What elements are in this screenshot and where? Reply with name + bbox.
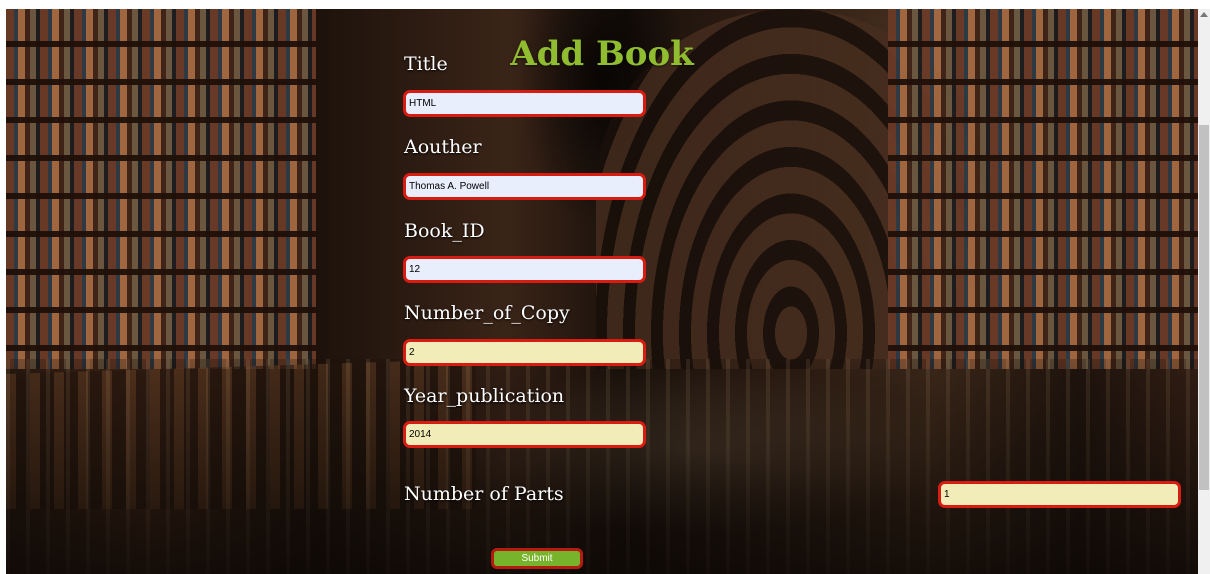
parts-count-label: Number of Parts xyxy=(404,483,564,505)
library-background-page: Add Book Title Aouther Book_ID Number_of… xyxy=(6,9,1198,574)
submit-button[interactable]: Submit xyxy=(491,548,583,569)
copy-count-label: Number_of_Copy xyxy=(404,302,570,324)
scrollbar-thumb[interactable] xyxy=(1199,125,1209,490)
copy-count-input[interactable] xyxy=(403,339,646,366)
scroll-up-arrow-icon[interactable] xyxy=(1200,12,1208,17)
title-label: Title xyxy=(404,53,448,75)
author-input[interactable] xyxy=(403,173,646,200)
author-label: Aouther xyxy=(404,136,482,158)
title-input[interactable] xyxy=(403,90,646,117)
vertical-scrollbar[interactable] xyxy=(1198,9,1210,574)
publication-year-label: Year_publication xyxy=(404,385,565,407)
library-hall-floor xyxy=(6,359,1198,574)
publication-year-input[interactable] xyxy=(403,421,646,448)
book-id-label: Book_ID xyxy=(404,220,485,242)
page-title: Add Book xyxy=(510,33,694,74)
book-id-input[interactable] xyxy=(403,256,646,283)
parts-count-input[interactable] xyxy=(938,481,1181,508)
